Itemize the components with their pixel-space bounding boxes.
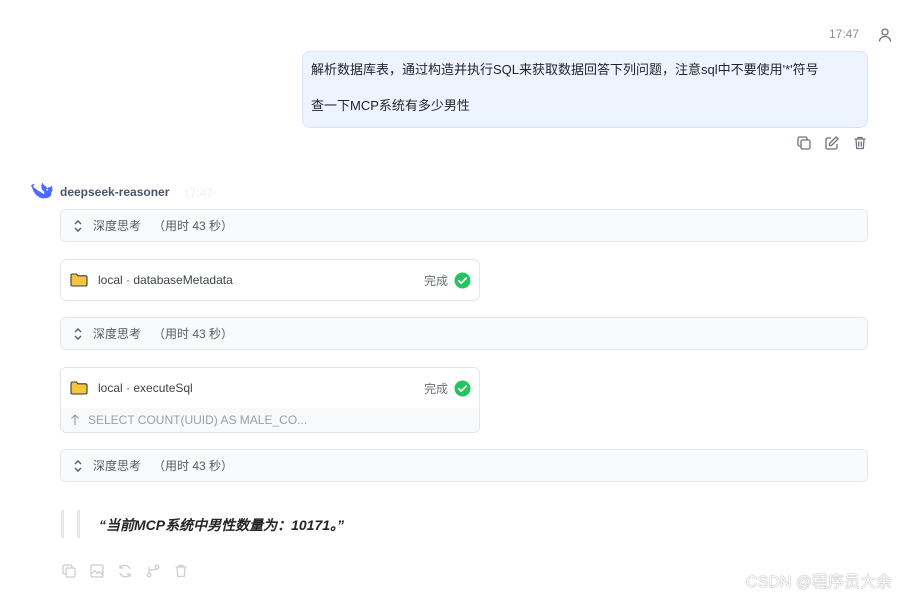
deep-think-toggle[interactable]: 深度思考 （用时 43 秒） [60,209,868,242]
assistant-message-actions [60,562,190,580]
deep-think-toggle[interactable]: 深度思考 （用时 43 秒） [60,317,868,350]
deepseek-whale-icon [31,183,53,201]
regenerate-icon[interactable] [116,562,134,580]
assistant-answer: “当前MCP系统中男性数量为：10171。” [99,517,345,533]
branch-icon[interactable] [144,562,162,580]
deep-think-label: 深度思考 [93,327,142,341]
tool-call-card: local · executeSql 完成 SELECT COUNT(UUID)… [60,367,480,433]
trash-icon[interactable] [851,134,869,152]
arrow-up-icon [71,414,79,425]
tool-call-name: local · databaseMetadata [98,273,233,287]
tool-call-card: local · databaseMetadata 完成 [60,259,480,301]
deep-think-label: 深度思考 [93,459,142,473]
deep-think-label: 深度思考 [93,219,142,233]
tool-call-preview[interactable]: SELECT COUNT(UUID) AS MALE_CO... [61,408,479,432]
chevron-updown-icon [74,327,82,340]
user-message-line-1: 解析数据库表，通过构造并执行SQL来获取数据回答下列问题，注意sql中不要使用'… [311,62,819,77]
deep-think-duration: （用时 43 秒） [153,327,234,341]
chevron-updown-icon [74,219,82,232]
trash-icon[interactable] [172,562,190,580]
quote-marker [61,510,81,538]
copy-icon[interactable] [60,562,78,580]
watermark: CSDN @程序员大余 [746,574,893,591]
edit-icon[interactable] [823,134,841,152]
assistant-time: 17:47 [183,186,214,200]
deep-think-duration: （用时 43 秒） [153,459,234,473]
image-icon[interactable] [88,562,106,580]
check-circle-icon [454,272,471,288]
assistant-name: deepseek-reasoner [60,185,170,199]
deep-think-toggle[interactable]: 深度思考 （用时 43 秒） [60,449,868,482]
user-icon [877,27,893,43]
user-message-bubble: 解析数据库表，通过构造并执行SQL来获取数据回答下列问题，注意sql中不要使用'… [302,51,868,128]
tool-call-status: 完成 [423,381,448,396]
copy-icon[interactable] [795,134,813,152]
user-message-line-2: 查一下MCP系统有多少男性 [311,98,470,113]
user-message-time: 17:47 [829,27,860,41]
folder-icon [70,381,88,395]
tool-call-header[interactable]: local · executeSql 完成 [61,368,479,408]
folder-icon [70,273,88,287]
check-circle-icon [454,380,471,396]
tool-call-name: local · executeSql [98,381,193,395]
chevron-updown-icon [74,459,82,472]
tool-call-header[interactable]: local · databaseMetadata 完成 [61,260,479,300]
sql-preview-text: SELECT COUNT(UUID) AS MALE_CO... [88,413,308,427]
deep-think-duration: （用时 43 秒） [153,219,234,233]
tool-call-status: 完成 [423,273,448,288]
user-message-actions [795,134,869,152]
